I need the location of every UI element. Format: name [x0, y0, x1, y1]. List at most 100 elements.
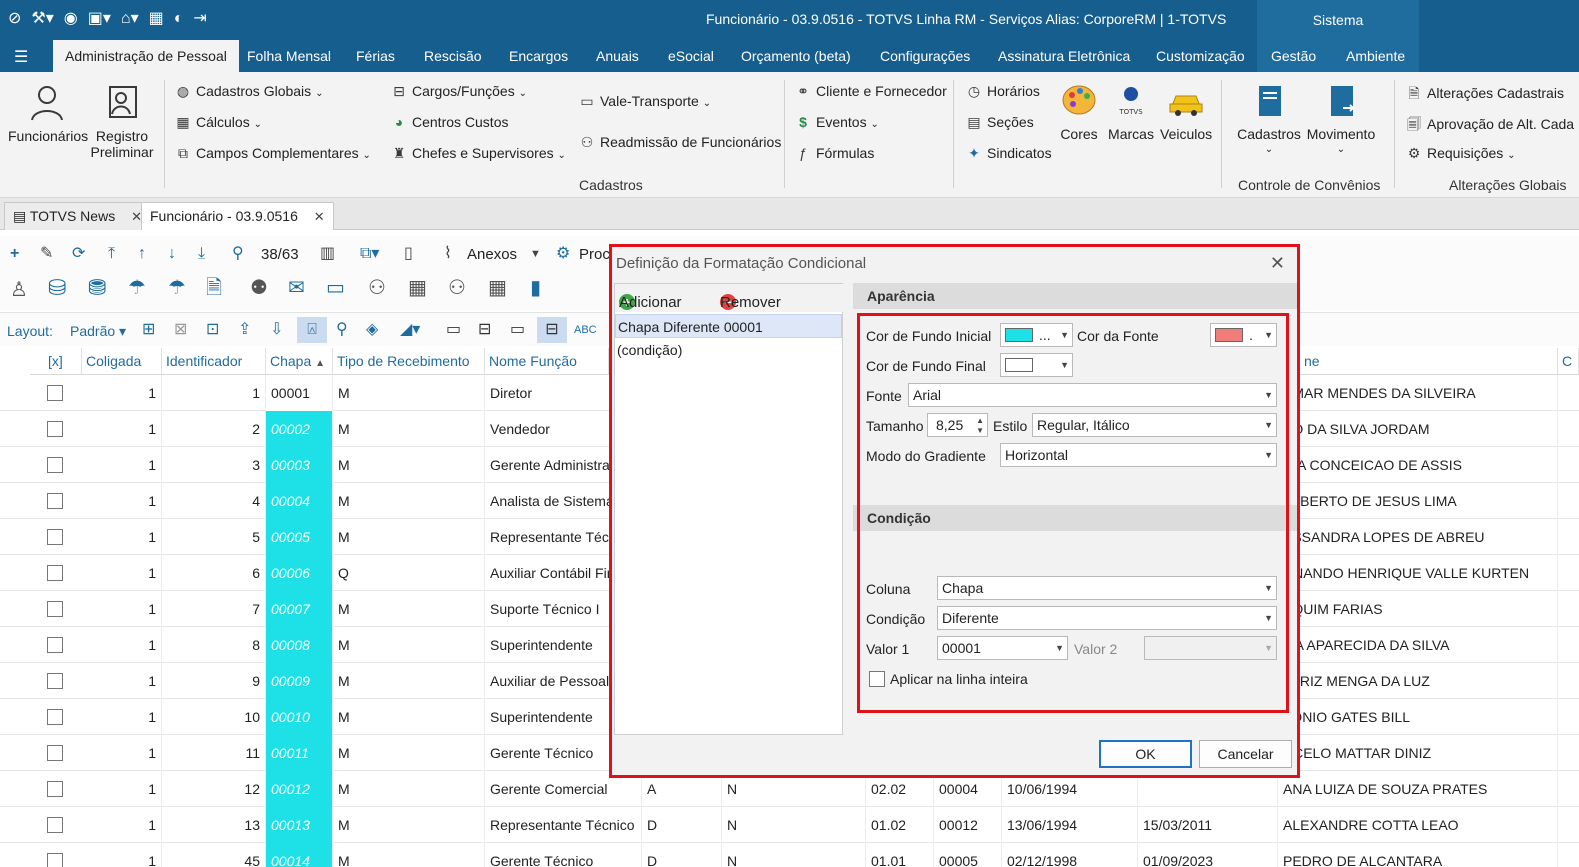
panel-bottom-icon[interactable]: ▭	[446, 320, 461, 340]
add-layout-icon[interactable]: ⊞	[142, 320, 155, 340]
chefes-supervisores-button[interactable]: ♜ Chefes e Supervisores ⌄	[390, 145, 566, 162]
tab-orcamento[interactable]: Orçamento (beta)	[741, 40, 851, 72]
export-layout-icon[interactable]: ⇩	[270, 320, 283, 340]
windows-icon[interactable]: ▣▾	[88, 8, 111, 30]
row-checkbox[interactable]	[47, 385, 63, 401]
board-icon[interactable]: ▦	[408, 278, 427, 298]
save-layout-icon[interactable]: ⊡	[206, 320, 219, 340]
column-header-identificador[interactable]: Identificador	[162, 348, 266, 375]
eventos-button[interactable]: $ Eventos ⌄	[794, 114, 879, 130]
import-layout-icon[interactable]: ⇪	[238, 320, 251, 340]
tab-assinatura-eletronica[interactable]: Assinatura Eletrônica	[998, 40, 1130, 72]
book-icon[interactable]: ▮	[530, 278, 541, 298]
marcas-button[interactable]: TOTVS Marcas	[1108, 82, 1154, 142]
add-icon[interactable]: +	[10, 244, 19, 264]
next-record-icon[interactable]: ↓	[168, 244, 176, 264]
calendar-icon[interactable]: ▦	[488, 278, 507, 298]
vacation-extra-icon[interactable]: ☂	[168, 278, 186, 298]
previous-record-icon[interactable]: ↑	[138, 244, 146, 264]
search-icon[interactable]: ⚲	[232, 244, 244, 264]
column-header-coligada[interactable]: Coligada	[82, 348, 162, 375]
cadastros-convenios-button[interactable]: Cadastros ⌄	[1236, 82, 1302, 158]
row-checkbox[interactable]	[47, 817, 63, 833]
columns-icon[interactable]: ▥	[320, 244, 335, 264]
tab-configuracoes[interactable]: Configurações	[880, 40, 970, 72]
valor1-select[interactable]: 00001 ▼	[937, 636, 1068, 660]
abc-icon[interactable]: ABC	[574, 320, 597, 340]
tab-ferias[interactable]: Férias	[356, 40, 395, 72]
processos-button[interactable]: Proc	[579, 245, 610, 265]
veiculos-button[interactable]: Veiculos	[1160, 82, 1212, 142]
panel-footer-icon[interactable]: ⊟	[537, 317, 567, 343]
doc-tab-totvs-news[interactable]: ▤ TOTVS News ✕	[4, 202, 151, 230]
card-icon[interactable]: ▭	[326, 278, 345, 298]
add-people-icon[interactable]: ⚇	[448, 278, 466, 298]
doc-tab-funcionario[interactable]: Funcionário - 03.9.0516 ✕	[141, 202, 334, 230]
registro-preliminar-button[interactable]: Registro Preliminar	[90, 84, 154, 160]
export-icon[interactable]: ⧉▾	[360, 244, 379, 264]
coluna-select[interactable]: Chapa ▼	[937, 576, 1277, 600]
totvs-menu-icon[interactable]: ⊘	[8, 8, 21, 30]
transfer-icon[interactable]: ⚇	[368, 278, 386, 298]
conditional-format-icon[interactable]: ⍓	[297, 317, 327, 343]
tab-esocial[interactable]: eSocial	[668, 40, 714, 72]
row-checkbox[interactable]	[47, 493, 63, 509]
cor-fonte-picker[interactable]: . ▼	[1210, 323, 1277, 347]
edit-icon[interactable]: ✎	[40, 244, 53, 264]
column-header-nome[interactable]: ne	[1300, 348, 1558, 375]
ok-button[interactable]: OK	[1099, 740, 1192, 768]
home-icon[interactable]: ⌂▾	[121, 8, 139, 30]
vacation-icon[interactable]: ☂	[128, 278, 146, 298]
filter-icon[interactable]: ⚲	[336, 320, 348, 340]
valor2-select[interactable]: ▼	[1144, 636, 1277, 660]
row-checkbox[interactable]	[47, 565, 63, 581]
layout-selector[interactable]: Padrão ▾	[70, 321, 126, 341]
row-checkbox[interactable]	[47, 673, 63, 689]
requisicoes-button[interactable]: ⚙ Requisições ⌄	[1405, 145, 1516, 162]
alteracoes-cadastrais-button[interactable]: 🗎 Alterações Cadastrais	[1405, 83, 1564, 107]
refresh-icon[interactable]: ⟳	[72, 244, 85, 264]
aprovacao-alteracoes-button[interactable]: 🗐 Aprovação de Alt. Cada	[1405, 114, 1574, 138]
remove-dependent-icon[interactable]: ⚉	[250, 278, 268, 298]
table-row[interactable]: 1 13 00013 M Representante Técnico D N 01.02 000…	[0, 807, 1579, 843]
row-checkbox[interactable]	[47, 709, 63, 725]
tab-administracao-pessoal[interactable]: Administração de Pessoal	[53, 40, 239, 72]
paperclip-icon[interactable]: ⌇	[444, 244, 452, 264]
gear-icon[interactable]: ⚙	[556, 244, 570, 264]
close-icon[interactable]: ✕	[314, 209, 325, 224]
calculos-button[interactable]: ▦ Cálculos ⌄	[174, 114, 262, 131]
delete-layout-icon[interactable]: ⊠	[174, 320, 187, 340]
estilo-select[interactable]: Regular, Itálico ▼	[1032, 413, 1277, 437]
close-icon[interactable]: ✕	[1270, 253, 1285, 274]
funcionarios-button[interactable]: Funcionários	[8, 84, 88, 144]
table-row[interactable]: 1 45 00014 M Gerente Técnico D N 01.01 00005 02/1…	[0, 843, 1579, 867]
tab-encargos[interactable]: Encargos	[509, 40, 568, 72]
row-checkbox[interactable]	[47, 781, 63, 797]
cadastros-globais-button[interactable]: ◍ Cadastros Globais ⌄	[174, 83, 324, 100]
modo-gradiente-select[interactable]: Horizontal ▼	[1000, 443, 1277, 467]
column-header-chapa[interactable]: Chapa ▲	[266, 348, 333, 375]
color-fill-icon[interactable]: ◈	[366, 320, 378, 340]
tab-gestao[interactable]: Gestão	[1271, 40, 1316, 72]
sindicatos-button[interactable]: ✦ Sindicatos	[965, 145, 1051, 162]
movimento-button[interactable]: Movimento ⌄	[1306, 82, 1376, 158]
cargos-funcoes-button[interactable]: ⊟ Cargos/Funções ⌄	[390, 83, 527, 100]
cor-fundo-final-picker[interactable]: ▼	[1000, 353, 1073, 377]
row-checkbox[interactable]	[47, 745, 63, 761]
report-icon[interactable]: ▯	[404, 244, 413, 264]
row-checkbox[interactable]	[47, 421, 63, 437]
tools-icon[interactable]: ⚒▾	[31, 8, 53, 30]
row-checkbox[interactable]	[47, 457, 63, 473]
campos-complementares-button[interactable]: ⧉ Campos Complementares ⌄	[174, 145, 371, 162]
database-add-icon[interactable]: ⛃	[88, 277, 106, 299]
horarios-button[interactable]: ◷ Horários	[965, 83, 1040, 100]
panel-split-icon[interactable]: ⊟	[478, 320, 491, 340]
tab-rescisao[interactable]: Rescisão	[424, 40, 482, 72]
globe-icon[interactable]: ◐	[174, 8, 184, 30]
condicao-select[interactable]: Diferente ▼	[937, 606, 1277, 630]
fonte-select[interactable]: Arial ▼	[908, 383, 1277, 407]
cor-fundo-inicial-picker[interactable]: ... ▼	[1000, 323, 1073, 347]
rule-condition-item[interactable]: (condição)	[615, 338, 842, 362]
tamanho-spinner[interactable]: 8,25 ▲ ▼	[927, 413, 988, 437]
tab-customizacao[interactable]: Customização	[1156, 40, 1245, 72]
